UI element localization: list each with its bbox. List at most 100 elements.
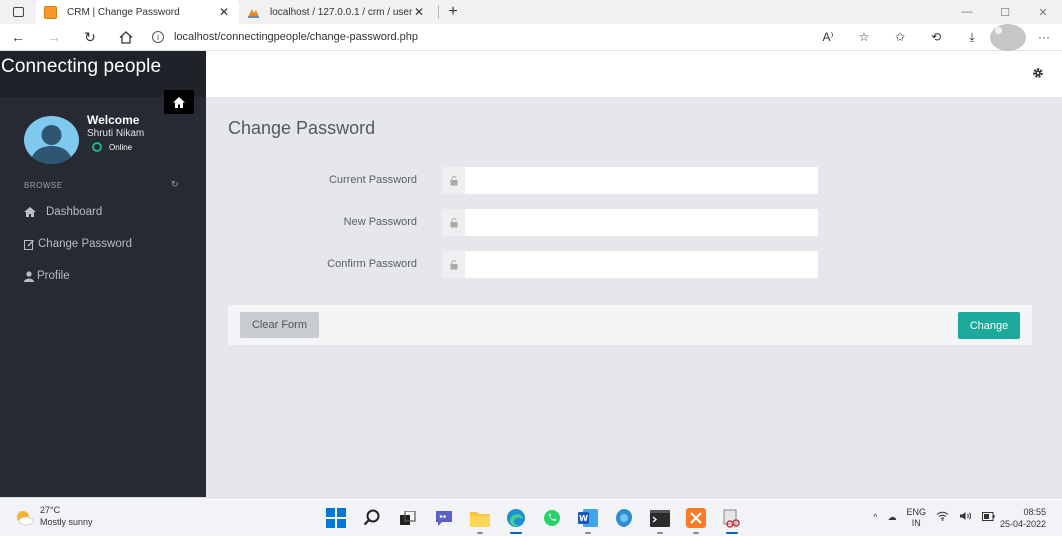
chat-app[interactable] bbox=[426, 506, 462, 530]
windows-icon bbox=[326, 508, 346, 528]
taskbar: 27°C Mostly sunny W ^ ☁ ENG IN 08:55 25-… bbox=[0, 497, 1062, 536]
close-window-icon[interactable]: ✕ bbox=[1024, 0, 1062, 24]
current-password-row: Current Password bbox=[206, 167, 1062, 194]
status-text: Online bbox=[109, 142, 133, 152]
browser-actions: A⁾ ☆ ✩ ⟲ ⤓ ··· bbox=[810, 23, 1062, 51]
read-aloud-icon[interactable]: A⁾ bbox=[810, 24, 846, 51]
gear-icon[interactable] bbox=[1032, 66, 1044, 84]
sidebar-item-profile[interactable]: Profile bbox=[24, 270, 70, 282]
onedrive-icon[interactable]: ☁ bbox=[887, 512, 896, 523]
change-button[interactable]: Change bbox=[958, 312, 1020, 339]
browser-toolbar: ← → ↻ i localhost/connectingpeople/chang… bbox=[0, 23, 1062, 51]
close-tab-icon[interactable]: ✕ bbox=[217, 5, 231, 19]
user-name: Shruti Nikam bbox=[87, 128, 145, 139]
language-indicator[interactable]: ENG IN bbox=[906, 507, 926, 529]
weather-desc: Mostly sunny bbox=[40, 517, 93, 527]
home-icon bbox=[24, 207, 36, 217]
task-view-button[interactable] bbox=[390, 506, 426, 530]
new-tab-icon[interactable]: + bbox=[443, 3, 463, 21]
running-indicator bbox=[585, 532, 591, 534]
whatsapp-app[interactable] bbox=[534, 506, 570, 530]
photos-icon bbox=[616, 509, 632, 527]
browser-tabstrip: CRM | Change Password ✕ localhost / 127.… bbox=[0, 0, 1062, 24]
search-icon bbox=[363, 509, 380, 526]
clock[interactable]: 08:55 25-04-2022 bbox=[1000, 506, 1046, 530]
running-indicator bbox=[657, 532, 663, 534]
minimize-icon[interactable]: — bbox=[948, 0, 986, 24]
whatsapp-icon bbox=[544, 510, 560, 526]
new-password-field[interactable] bbox=[465, 209, 818, 236]
xampp-app[interactable] bbox=[678, 506, 714, 534]
browser-tab-phpmyadmin[interactable]: localhost / 127.0.0.1 / crm / user ✕ bbox=[239, 0, 434, 24]
start-button[interactable] bbox=[318, 506, 354, 530]
address-bar[interactable]: i localhost/connectingpeople/change-pass… bbox=[144, 27, 784, 48]
weather-temp: 27°C bbox=[40, 505, 61, 515]
running-indicator bbox=[726, 532, 738, 534]
url-text: localhost/connectingpeople/change-passwo… bbox=[174, 31, 419, 43]
user-icon bbox=[24, 270, 34, 282]
current-password-field[interactable] bbox=[465, 167, 818, 194]
tab-actions-icon bbox=[12, 7, 24, 17]
running-indicator bbox=[693, 532, 699, 534]
favorites-icon[interactable]: ✩ bbox=[882, 24, 918, 51]
terminal-icon bbox=[650, 509, 670, 527]
home-icon[interactable] bbox=[108, 24, 144, 51]
status-dot-icon bbox=[92, 142, 102, 152]
home-shortcut-button[interactable] bbox=[164, 90, 194, 114]
profile-button[interactable] bbox=[990, 23, 1026, 51]
sidebar-item-dashboard[interactable]: Dashboard bbox=[24, 206, 102, 218]
tab-actions-button[interactable] bbox=[0, 0, 36, 24]
tab-title: localhost / 127.0.0.1 / crm / user bbox=[270, 6, 412, 18]
snipping-tool-app[interactable] bbox=[714, 506, 750, 534]
running-indicator bbox=[477, 532, 483, 534]
close-tab-icon[interactable]: ✕ bbox=[412, 5, 426, 19]
avatar bbox=[24, 116, 79, 164]
show-hidden-icons-icon[interactable]: ^ bbox=[873, 512, 877, 523]
system-tray: ^ ☁ ENG IN 08:55 25-04-2022 bbox=[868, 498, 1062, 537]
terminal-app[interactable] bbox=[642, 506, 678, 534]
new-password-row: New Password bbox=[206, 209, 1062, 236]
maximize-icon[interactable]: ☐ bbox=[986, 0, 1024, 24]
snipping-tool-icon bbox=[723, 509, 740, 528]
lang-code: ENG bbox=[906, 506, 926, 517]
add-favorite-icon[interactable]: ☆ bbox=[846, 24, 882, 51]
partly-sunny-icon bbox=[17, 511, 34, 526]
confirm-password-row: Confirm Password bbox=[206, 251, 1062, 278]
weather-widget[interactable]: 27°C Mostly sunny bbox=[14, 504, 93, 528]
refresh-icon[interactable]: ↻ bbox=[72, 24, 108, 51]
home-icon bbox=[173, 96, 185, 108]
confirm-password-field[interactable] bbox=[465, 251, 818, 278]
browser-tab-crm[interactable]: CRM | Change Password ✕ bbox=[36, 0, 239, 24]
edge-app[interactable] bbox=[498, 506, 534, 534]
online-status: Online bbox=[92, 142, 132, 152]
volume-icon[interactable] bbox=[959, 511, 972, 524]
folder-icon bbox=[470, 511, 490, 527]
current-password-label: Current Password bbox=[328, 174, 417, 186]
more-menu-icon[interactable]: ··· bbox=[1026, 24, 1062, 51]
forward-icon[interactable]: → bbox=[36, 24, 72, 51]
clock-date: 25-04-2022 bbox=[999, 518, 1046, 529]
word-app[interactable]: W bbox=[570, 506, 606, 534]
search-button[interactable] bbox=[354, 506, 390, 530]
battery-icon[interactable] bbox=[981, 511, 995, 524]
window-controls: — ☐ ✕ bbox=[948, 0, 1062, 24]
downloads-icon[interactable]: ⤓ bbox=[954, 24, 990, 51]
xampp-favicon-icon bbox=[44, 5, 57, 19]
wifi-icon[interactable] bbox=[936, 511, 949, 524]
running-indicator bbox=[510, 532, 522, 534]
sidebar-item-change-password[interactable]: Change Password bbox=[24, 238, 132, 250]
taskbar-apps: W bbox=[318, 506, 750, 534]
history-icon[interactable]: ⟲ bbox=[918, 24, 954, 51]
refresh-menu-icon[interactable]: ↻ bbox=[171, 179, 179, 190]
welcome-text: Welcome bbox=[87, 113, 140, 127]
main-content: Change Password Current Password New Pas… bbox=[206, 97, 1062, 497]
photos-app[interactable] bbox=[606, 506, 642, 530]
site-info-icon[interactable]: i bbox=[152, 31, 164, 43]
back-icon[interactable]: ← bbox=[0, 24, 36, 51]
word-icon: W bbox=[578, 509, 598, 527]
clear-form-button[interactable]: Clear Form bbox=[240, 312, 319, 338]
lock-icon bbox=[442, 209, 465, 236]
task-view-icon bbox=[400, 511, 416, 525]
file-explorer-app[interactable] bbox=[462, 506, 498, 534]
page-title: Change Password bbox=[228, 118, 376, 138]
